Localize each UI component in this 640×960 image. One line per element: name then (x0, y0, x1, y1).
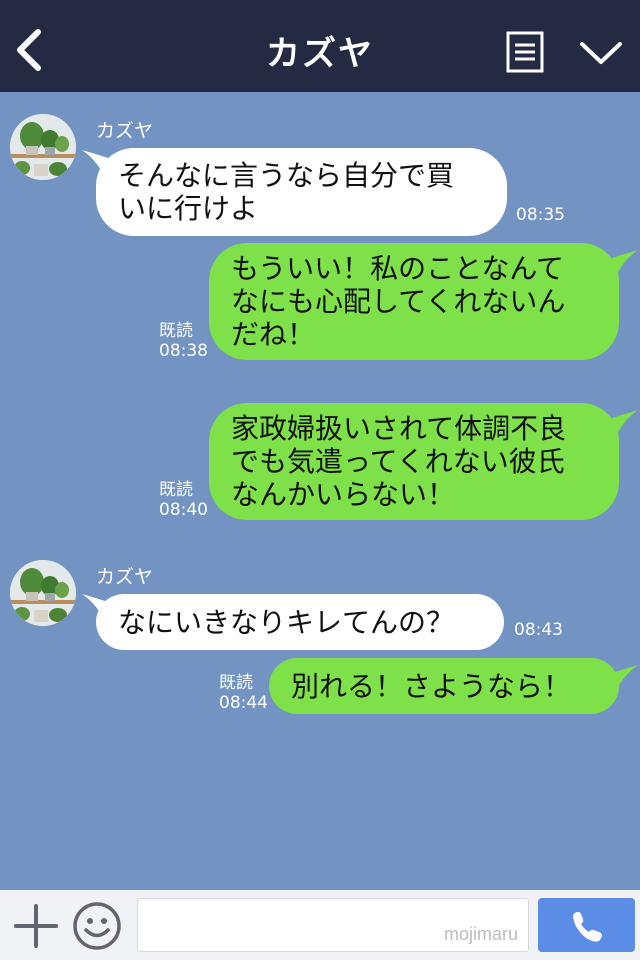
phone-icon (573, 912, 602, 942)
message-text: 別れる！さようなら！ (291, 669, 572, 703)
emoji-button[interactable] (72, 901, 122, 951)
message-time: 08:35 (516, 205, 565, 225)
chat-title: カズヤ (266, 34, 374, 74)
notes-icon (506, 31, 544, 73)
message-input[interactable]: mojimaru (137, 898, 529, 952)
message-text: 家政婦扱いされて体調不良 でも気遣ってくれない彼氏 なんかいらない！ (231, 412, 567, 511)
message-bubble-incoming[interactable]: なにいきなりキレてんの？ (96, 594, 504, 650)
add-button[interactable] (14, 904, 58, 948)
bubble-tail (612, 665, 638, 687)
read-label: 既読 (159, 480, 193, 500)
read-receipt: 既読 08:40 (159, 480, 208, 520)
message-time: 08:38 (159, 341, 208, 361)
plus-icon (14, 904, 58, 948)
message-bubble-incoming[interactable]: そんなに言うなら自分で買 いに行けよ (96, 148, 507, 236)
message-text: なにいきなりキレてんの？ (118, 605, 455, 639)
avatar[interactable] (10, 560, 76, 626)
read-receipt: 既読 08:38 (159, 321, 208, 361)
read-label: 既読 (159, 321, 193, 341)
chat-header: カズヤ (0, 0, 640, 92)
read-receipt: 既読 08:44 (219, 673, 268, 713)
chat-area[interactable]: カズヤ そんなに言うなら自分で買 いに行けよ 08:35 既読 08:38 もう… (0, 92, 640, 890)
smiley-icon (73, 902, 121, 950)
sender-name: カズヤ (96, 120, 154, 142)
collapse-button[interactable] (578, 36, 624, 70)
message-text: そんなに言うなら自分で買 いに行けよ (118, 159, 455, 225)
sender-name: カズヤ (96, 566, 154, 588)
call-button[interactable] (538, 898, 635, 952)
read-label: 既読 (219, 673, 253, 693)
avatar[interactable] (10, 114, 76, 180)
message-bubble-outgoing[interactable]: 家政婦扱いされて体調不良 でも気遣ってくれない彼氏 なんかいらない！ (209, 403, 619, 520)
notes-button[interactable] (506, 31, 544, 73)
message-time: 08:44 (219, 693, 268, 713)
message-text: もういい！私のことなんて なにも心配してくれないん だね！ (231, 252, 566, 351)
plant-avatar-icon (10, 114, 76, 180)
plant-avatar-icon (10, 560, 76, 626)
message-time: 08:43 (514, 620, 563, 640)
bubble-tail (612, 410, 638, 432)
chevron-down-icon (580, 42, 622, 64)
message-bubble-outgoing[interactable]: 別れる！さようなら！ (269, 658, 619, 714)
message-time: 08:40 (159, 500, 208, 520)
watermark-text: mojimaru (443, 924, 518, 944)
bubble-tail (612, 250, 638, 272)
input-bar: mojimaru (0, 890, 640, 960)
message-bubble-outgoing[interactable]: もういい！私のことなんて なにも心配してくれないん だね！ (209, 243, 619, 360)
